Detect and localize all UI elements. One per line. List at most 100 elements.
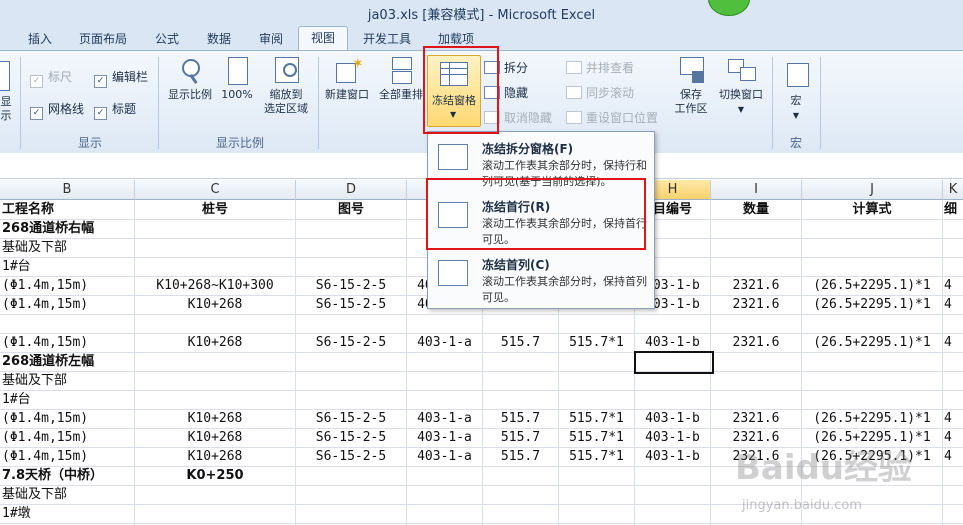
table-cell[interactable] xyxy=(483,390,558,409)
table-cell[interactable] xyxy=(407,485,482,504)
tab-formulas[interactable]: 公式 xyxy=(146,29,188,49)
tab-developer[interactable]: 开发工具 xyxy=(356,29,418,49)
table-cell[interactable] xyxy=(635,504,710,523)
table-cell[interactable] xyxy=(711,390,801,409)
table-cell[interactable]: S6-15-2-5 xyxy=(296,409,406,428)
table-cell[interactable] xyxy=(559,390,634,409)
table-cell[interactable] xyxy=(407,371,482,390)
save-workspace-button[interactable]: 保存 工作区 xyxy=(668,57,714,116)
table-cell[interactable] xyxy=(944,352,963,371)
table-cell[interactable]: S6-15-2-5 xyxy=(296,428,406,447)
table-cell[interactable] xyxy=(944,371,963,390)
table-cell[interactable]: 细 xyxy=(944,200,963,219)
table-cell[interactable]: 图号 xyxy=(296,200,406,219)
arrange-all-button[interactable]: 全部重排 xyxy=(374,57,428,102)
table-cell[interactable]: 403-1-b xyxy=(635,409,710,428)
table-cell[interactable]: 4 xyxy=(944,447,963,466)
table-cell[interactable] xyxy=(711,371,801,390)
table-cell[interactable] xyxy=(407,390,482,409)
table-cell[interactable]: 基础及下部 xyxy=(2,371,134,390)
table-cell[interactable]: K10+268 xyxy=(135,447,295,466)
table-cell[interactable]: 2321.6 xyxy=(711,333,801,352)
table-cell[interactable]: (Φ1.4m,15m) xyxy=(2,295,134,314)
formula-bar-checkbox[interactable]: ✓ 编辑栏 xyxy=(94,69,148,88)
column-header-c[interactable]: C xyxy=(135,180,296,200)
table-cell[interactable]: 1#台 xyxy=(2,390,134,409)
table-cell[interactable] xyxy=(802,219,942,238)
table-cell[interactable]: K0+250 xyxy=(135,466,295,485)
column-header-b[interactable]: B xyxy=(0,180,135,200)
table-cell[interactable] xyxy=(635,390,710,409)
sync-scroll-button[interactable]: 同步滚动 xyxy=(566,84,634,102)
table-cell[interactable] xyxy=(944,238,963,257)
table-cell[interactable] xyxy=(407,466,482,485)
table-cell[interactable]: 2321.6 xyxy=(711,409,801,428)
table-cell[interactable] xyxy=(296,371,406,390)
table-cell[interactable] xyxy=(711,219,801,238)
table-cell[interactable]: 515.7*1 xyxy=(559,447,634,466)
table-cell[interactable] xyxy=(2,314,134,333)
table-cell[interactable]: S6-15-2-5 xyxy=(296,295,406,314)
new-window-button[interactable]: ✶ 新建窗口 xyxy=(320,57,374,102)
tab-data[interactable]: 数据 xyxy=(198,29,240,49)
table-cell[interactable]: 515.7*1 xyxy=(559,333,634,352)
zoom-selection-button[interactable]: 缩放到 选定区域 xyxy=(258,57,314,116)
table-cell[interactable]: S6-15-2-5 xyxy=(296,276,406,295)
gridlines-checkbox[interactable]: ✓ 网格线 xyxy=(30,101,84,120)
table-cell[interactable]: K10+268 xyxy=(135,409,295,428)
table-cell[interactable]: 4 xyxy=(944,276,963,295)
table-cell[interactable]: 403-1-b xyxy=(635,428,710,447)
table-cell[interactable] xyxy=(944,219,963,238)
table-cell[interactable]: 403-1-a xyxy=(407,333,482,352)
table-cell[interactable]: (26.5+2295.1)*1 xyxy=(802,295,942,314)
table-cell[interactable]: 4 xyxy=(944,333,963,352)
table-cell[interactable] xyxy=(944,485,963,504)
table-cell[interactable]: 桩号 xyxy=(135,200,295,219)
table-cell[interactable] xyxy=(296,390,406,409)
table-cell[interactable]: 计算式 xyxy=(802,200,942,219)
table-cell[interactable]: 基础及下部 xyxy=(2,485,134,504)
table-cell[interactable]: (Φ1.4m,15m) xyxy=(2,447,134,466)
table-cell[interactable]: (Φ1.4m,15m) xyxy=(2,333,134,352)
table-cell[interactable] xyxy=(944,314,963,333)
table-cell[interactable] xyxy=(483,485,558,504)
table-cell[interactable]: 4 xyxy=(944,295,963,314)
table-cell[interactable]: K10+268~K10+300 xyxy=(135,276,295,295)
table-cell[interactable] xyxy=(296,219,406,238)
table-cell[interactable]: 515.7 xyxy=(483,447,558,466)
table-cell[interactable] xyxy=(559,504,634,523)
table-cell[interactable]: 工程名称 xyxy=(2,200,134,219)
reset-window-button[interactable]: 重设窗口位置 xyxy=(566,109,658,127)
table-cell[interactable] xyxy=(802,257,942,276)
table-cell[interactable] xyxy=(296,466,406,485)
table-cell[interactable]: 403-1-a xyxy=(407,447,482,466)
table-cell[interactable] xyxy=(296,257,406,276)
table-cell[interactable] xyxy=(483,504,558,523)
switch-window-button[interactable]: 切换窗口 ▼ xyxy=(714,57,768,117)
table-cell[interactable]: (Φ1.4m,15m) xyxy=(2,428,134,447)
table-cell[interactable]: 268通道桥左幅 xyxy=(2,352,134,371)
table-cell[interactable] xyxy=(711,314,801,333)
macros-button[interactable]: 宏 ▼ xyxy=(778,63,814,123)
table-cell[interactable] xyxy=(635,466,710,485)
table-cell[interactable] xyxy=(944,257,963,276)
table-cell[interactable] xyxy=(296,314,406,333)
table-cell[interactable]: K10+268 xyxy=(135,295,295,314)
table-cell[interactable] xyxy=(135,352,295,371)
menu-item-freeze-first-column[interactable]: 冻结首列(C) 滚动工作表其余部分时，保持首列可见。 xyxy=(428,250,654,308)
table-cell[interactable] xyxy=(711,352,801,371)
table-cell[interactable]: 403-1-a xyxy=(407,428,482,447)
table-cell[interactable] xyxy=(135,219,295,238)
table-cell[interactable] xyxy=(296,504,406,523)
table-cell[interactable] xyxy=(944,466,963,485)
column-header-i[interactable]: I xyxy=(711,180,802,200)
active-cell[interactable] xyxy=(634,351,714,374)
table-cell[interactable]: (26.5+2295.1)*1 xyxy=(802,333,942,352)
table-cell[interactable] xyxy=(135,257,295,276)
table-cell[interactable]: 4 xyxy=(944,428,963,447)
zoom-100-button[interactable]: 100% xyxy=(218,57,256,102)
table-cell[interactable] xyxy=(802,352,942,371)
table-cell[interactable] xyxy=(944,390,963,409)
table-cell[interactable] xyxy=(944,504,963,523)
table-cell[interactable]: 2321.6 xyxy=(711,295,801,314)
